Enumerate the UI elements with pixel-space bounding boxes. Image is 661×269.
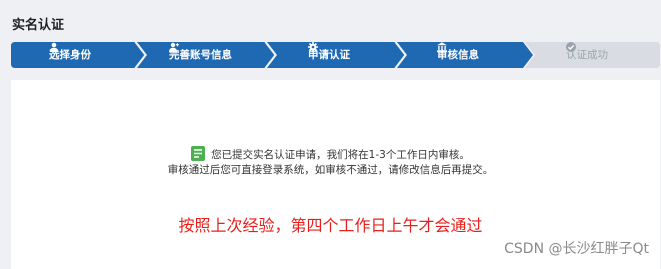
check-circle-icon (566, 42, 576, 52)
gear-icon (308, 42, 318, 52)
step-apply-certification: 申请认证 (308, 42, 350, 68)
message-line-1: 您已提交实名认证申请，我们将在1-3个工作日内审核。 (0, 146, 661, 163)
watermark: CSDN @长沙红胖子Qt (504, 241, 649, 257)
step-complete-account: 完善账号信息 (169, 42, 232, 68)
progress-steps: 选择身份 完善账号信息 申请认证 审核信息 认证成功 (11, 42, 660, 68)
message-text-1: 您已提交实名认证申请，我们将在1-3个工作日内审核。 (211, 149, 470, 161)
user-plus-icon (169, 42, 179, 52)
user-icon (49, 42, 59, 52)
message-text-2: 审核通过后您可直接登录系统，如审核不通过，请修改信息后再提交。 (167, 164, 494, 176)
step-select-identity: 选择身份 (49, 42, 91, 68)
bank-icon (437, 42, 447, 52)
step-certification-success: 认证成功 (566, 42, 608, 68)
step-review-info: 审核信息 (437, 42, 479, 68)
submission-message: 您已提交实名认证申请，我们将在1-3个工作日内审核。 审核通过后您可直接登录系统… (0, 146, 661, 178)
document-icon (191, 146, 206, 161)
page-title: 实名认证 (12, 18, 65, 33)
annotation-note: 按照上次经验，第四个工作日上午才会通过 (178, 216, 483, 235)
